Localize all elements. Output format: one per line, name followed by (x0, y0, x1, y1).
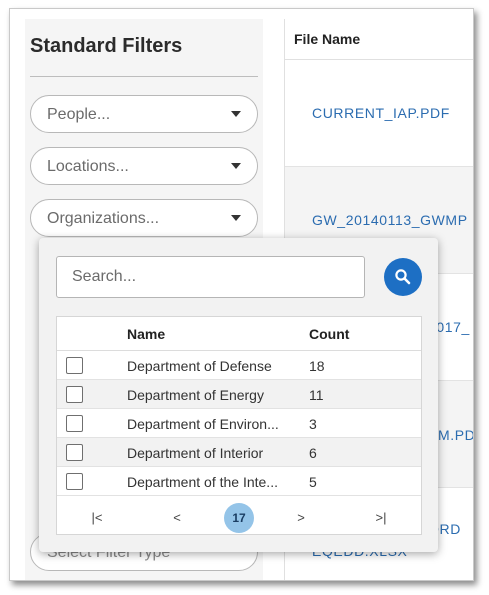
caret-down-icon (231, 111, 241, 117)
people-dropdown-label: People... (47, 106, 111, 123)
count-column-header[interactable]: Count (309, 326, 349, 342)
organizations-dropdown[interactable]: Organizations... (30, 199, 258, 237)
next-page-button[interactable]: > (286, 503, 316, 533)
file-link[interactable]: CURRENT_IAP.PDF (312, 105, 450, 121)
search-input[interactable] (56, 256, 365, 298)
table-header: Name Count (57, 317, 421, 351)
table-row[interactable]: Department of Interior 6 (57, 438, 421, 467)
row-count: 6 (309, 445, 317, 461)
table-row[interactable]: Department of Energy 11 (57, 380, 421, 409)
row-count: 3 (309, 416, 317, 432)
row-name: Department of the Inte... (127, 474, 278, 490)
row-name: Department of Energy (127, 387, 264, 403)
row-checkbox[interactable] (66, 415, 83, 432)
file-row: CURRENT_IAP.PDF (285, 60, 473, 167)
row-count: 11 (309, 387, 324, 403)
row-count: 18 (309, 358, 325, 374)
locations-dropdown[interactable]: Locations... (30, 147, 258, 185)
first-page-button[interactable]: |< (82, 503, 112, 533)
name-column-header[interactable]: Name (127, 326, 165, 342)
row-checkbox[interactable] (66, 386, 83, 403)
row-checkbox[interactable] (66, 444, 83, 461)
filters-title: Standard Filters (30, 35, 183, 57)
row-name: Department of Defense (127, 358, 272, 374)
app-window: Standard Filters People... Locations... … (9, 8, 474, 581)
organizations-filter-popup: Name Count Department of Defense 18 Depa… (39, 238, 438, 552)
organizations-table: Name Count Department of Defense 18 Depa… (56, 316, 422, 535)
caret-down-icon (231, 163, 241, 169)
row-name: Department of Environ... (127, 416, 279, 432)
previous-page-button[interactable]: < (162, 503, 192, 533)
row-count: 5 (309, 474, 317, 490)
file-list-header: File Name (285, 19, 473, 60)
filters-divider (30, 76, 258, 77)
pagination: |< < 17 > >| (57, 497, 421, 533)
row-name: Department of Interior (127, 445, 264, 461)
row-checkbox[interactable] (66, 357, 83, 374)
organizations-dropdown-label: Organizations... (47, 210, 160, 227)
locations-dropdown-label: Locations... (47, 158, 129, 175)
table-row[interactable]: Department of Environ... 3 (57, 409, 421, 438)
table-row[interactable]: Department of Defense 18 (57, 351, 421, 380)
current-page-indicator[interactable]: 17 (224, 503, 254, 533)
search-icon (395, 269, 411, 285)
file-link[interactable]: GW_20140113_GWMP (312, 212, 468, 228)
table-row[interactable]: Department of the Inte... 5 (57, 467, 421, 496)
file-name-column-header: File Name (294, 31, 361, 47)
search-button[interactable] (384, 258, 422, 296)
caret-down-icon (231, 215, 241, 221)
people-dropdown[interactable]: People... (30, 95, 258, 133)
last-page-button[interactable]: >| (366, 503, 396, 533)
row-checkbox[interactable] (66, 473, 83, 490)
